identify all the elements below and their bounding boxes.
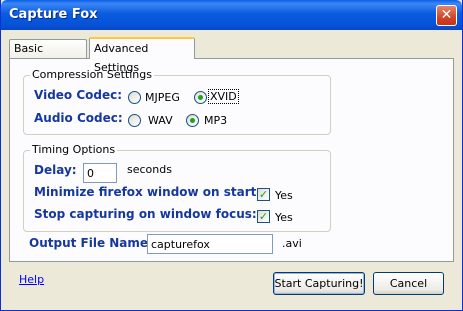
compression-settings-group: Compression Settings Video Codec: MJPEG … bbox=[23, 69, 331, 135]
delay-label: Delay: bbox=[34, 163, 77, 177]
timing-options-group: Timing Options Delay: seconds Minimize f… bbox=[23, 144, 331, 232]
minimize-window-label: Minimize firefox window on start: bbox=[34, 185, 262, 199]
delay-input[interactable] bbox=[83, 163, 117, 183]
minimize-yes-label[interactable]: Yes bbox=[275, 189, 293, 202]
close-button[interactable]: ✕ bbox=[436, 5, 457, 26]
xvid-radio[interactable] bbox=[194, 91, 207, 104]
help-link[interactable]: Help bbox=[19, 273, 44, 286]
window-title: Capture Fox bbox=[9, 7, 98, 22]
output-file-name-label: Output File Name: bbox=[29, 236, 153, 250]
timing-options-legend: Timing Options bbox=[30, 143, 118, 156]
cancel-button[interactable]: Cancel bbox=[373, 272, 444, 295]
advanced-settings-panel: Compression Settings Video Codec: MJPEG … bbox=[9, 58, 454, 262]
output-file-name-input[interactable] bbox=[147, 234, 273, 254]
minimize-window-checkbox[interactable]: ✓ bbox=[257, 188, 270, 201]
mjpeg-label[interactable]: MJPEG bbox=[145, 91, 180, 104]
wav-radio[interactable] bbox=[128, 114, 141, 127]
stop-yes-label[interactable]: Yes bbox=[275, 211, 293, 224]
title-bar[interactable]: Capture Fox ✕ bbox=[1, 0, 462, 30]
close-icon: ✕ bbox=[440, 7, 453, 23]
tab-strip: Basic Settings Advanced Settings bbox=[9, 37, 454, 74]
start-capturing-button[interactable]: Start Capturing! bbox=[273, 272, 365, 295]
tab-advanced-settings[interactable]: Advanced Settings bbox=[89, 37, 195, 74]
delay-unit-label: seconds bbox=[127, 163, 172, 176]
stop-capturing-label: Stop capturing on window focus: bbox=[34, 207, 257, 221]
mjpeg-radio[interactable] bbox=[128, 91, 141, 104]
wav-label[interactable]: WAV bbox=[148, 114, 173, 127]
stop-capturing-checkbox[interactable]: ✓ bbox=[257, 210, 270, 223]
file-extension-label: .avi bbox=[282, 237, 302, 250]
mp3-radio[interactable] bbox=[186, 114, 199, 127]
audio-codec-label: Audio Codec: bbox=[34, 111, 123, 125]
xvid-label[interactable]: XVID bbox=[208, 89, 239, 104]
capture-fox-dialog: Capture Fox ✕ Basic Settings Advanced Se… bbox=[0, 0, 463, 311]
tab-basic-settings[interactable]: Basic Settings bbox=[9, 39, 87, 72]
video-codec-label: Video Codec: bbox=[34, 88, 123, 102]
mp3-label[interactable]: MP3 bbox=[204, 114, 227, 127]
